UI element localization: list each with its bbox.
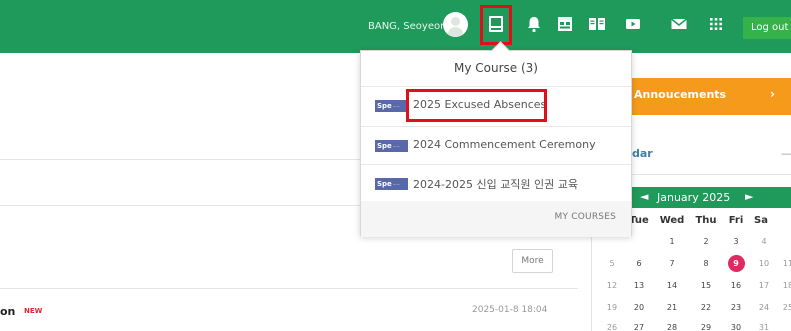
bell-icon[interactable] <box>524 14 544 34</box>
collapse-icon[interactable]: — <box>781 147 791 160</box>
chevron-right-icon[interactable]: › <box>770 87 775 101</box>
video-icon[interactable] <box>623 14 643 34</box>
logout-button[interactable]: Log out <box>743 17 791 39</box>
calendar-icon[interactable] <box>555 14 575 34</box>
my-course-highlight <box>480 5 512 45</box>
weekday-label: Tue <box>629 215 649 226</box>
calendar-day[interactable]: 1 <box>663 237 681 246</box>
course-highlight <box>406 89 547 122</box>
grid-menu-icon[interactable] <box>706 14 726 34</box>
next-month-icon[interactable]: ► <box>745 190 753 203</box>
course-item[interactable]: Spe 2024-2025 신입 교직원 인권 교육 <box>361 165 631 203</box>
calendar-day[interactable]: 17 <box>755 281 773 290</box>
calendar-day[interactable]: 25 <box>779 303 791 312</box>
calendar-day[interactable]: 6 <box>630 259 648 268</box>
calendar-title: dar <box>632 147 653 160</box>
user-name[interactable]: BANG, Seoyeon <box>368 21 446 32</box>
notice-title[interactable]: on <box>0 305 15 318</box>
calendar-day[interactable]: 31 <box>755 323 773 331</box>
calendar-day[interactable]: 20 <box>630 303 648 312</box>
book-icon[interactable] <box>587 14 607 34</box>
section-divider <box>0 288 578 289</box>
calendar-day[interactable]: 10 <box>755 259 773 268</box>
course-badge: Spe <box>375 140 408 152</box>
calendar-day[interactable]: 27 <box>630 323 648 331</box>
top-bar: BANG, Seoyeon Log out <box>0 0 791 53</box>
calendar-day[interactable]: 22 <box>697 303 715 312</box>
calendar-day[interactable]: 11 <box>779 259 791 268</box>
dropdown-footer: MY COURSES <box>361 201 631 237</box>
course-badge: Spe <box>375 100 408 112</box>
calendar-day[interactable]: 2 <box>697 237 715 246</box>
calendar-day[interactable]: 14 <box>663 281 681 290</box>
calendar-day[interactable]: 8 <box>697 259 715 268</box>
calendar-day[interactable]: 9 <box>727 259 745 268</box>
calendar-day[interactable]: 3 <box>727 237 745 246</box>
calendar-month-label: January 2025 <box>657 191 731 204</box>
dropdown-title: My Course (3) <box>454 61 538 75</box>
calendar-day[interactable]: 15 <box>697 281 715 290</box>
course-item[interactable]: Spe 2024 Commencement Ceremony <box>361 127 631 165</box>
calendar-day[interactable]: 28 <box>663 323 681 331</box>
calendar-day[interactable]: 18 <box>779 281 791 290</box>
new-badge: NEW <box>24 307 43 315</box>
calendar-day[interactable]: 4 <box>755 237 773 246</box>
lms-dashboard: BANG, Seoyeon Log out More on NEW 2025-0 <box>0 0 791 331</box>
calendar-day[interactable]: 24 <box>755 303 773 312</box>
course-label[interactable]: 2024-2025 신입 교직원 인권 교육 <box>413 176 578 192</box>
more-button[interactable]: More <box>512 249 553 273</box>
weekday-label: Wed <box>659 215 685 226</box>
announcements-title: Annoucements <box>634 88 727 101</box>
calendar-day[interactable]: 21 <box>663 303 681 312</box>
course-label[interactable]: 2024 Commencement Ceremony <box>413 138 596 151</box>
calendar-day[interactable]: 13 <box>630 281 648 290</box>
calendar-day[interactable]: 26 <box>603 323 621 331</box>
avatar[interactable] <box>443 12 468 37</box>
my-courses-link[interactable]: MY COURSES <box>555 212 616 222</box>
notice-date: 2025-01-8 18:04 <box>472 305 548 315</box>
calendar-day[interactable]: 16 <box>727 281 745 290</box>
calendar-day[interactable]: 12 <box>603 281 621 290</box>
weekday-label: Thu <box>695 215 717 226</box>
calendar-day[interactable]: 30 <box>727 323 745 331</box>
calendar-day[interactable]: 5 <box>603 259 621 268</box>
course-item[interactable]: Spe 2025 Excused Absences <box>361 87 631 125</box>
calendar-day[interactable]: 23 <box>727 303 745 312</box>
course-badge: Spe <box>375 178 408 190</box>
announcements-header[interactable]: Annoucements › <box>629 78 791 115</box>
mail-icon[interactable] <box>669 14 689 34</box>
prev-month-icon[interactable]: ◄ <box>640 190 648 203</box>
weekday-label: Fri <box>728 215 744 226</box>
weekday-label: Sa <box>754 215 768 226</box>
calendar-day[interactable]: 19 <box>603 303 621 312</box>
calendar-day[interactable]: 29 <box>697 323 715 331</box>
calendar-day[interactable]: 7 <box>663 259 681 268</box>
my-course-dropdown: My Course (3) Spe 2025 Excused Absences … <box>360 50 632 237</box>
